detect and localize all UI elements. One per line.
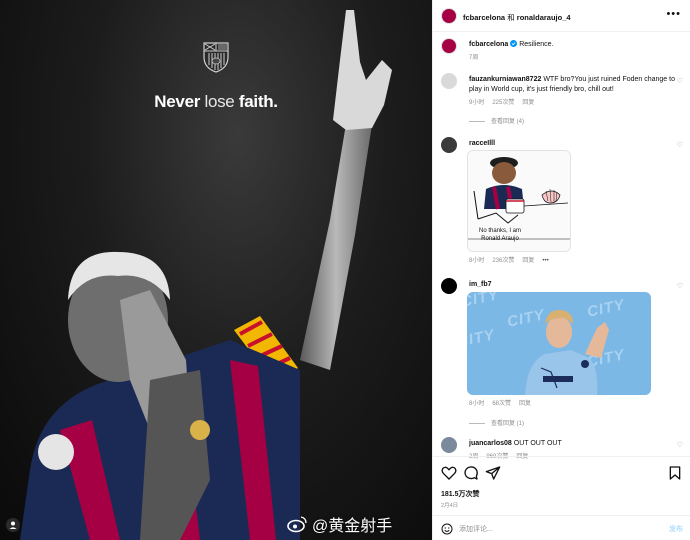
comment-gif-image[interactable]: CITY CITY CITY CITY CITY bbox=[467, 292, 651, 395]
watermark-text: @黄金射手 bbox=[312, 518, 393, 535]
tagged-people-button[interactable] bbox=[6, 518, 20, 532]
post-authors: fcbarcelona 和 ronaldaraujo_4 bbox=[463, 12, 571, 23]
comment-likes[interactable]: 68次赞 bbox=[492, 401, 511, 407]
comment-body: 8小时 236次赞 回复 ••• bbox=[469, 256, 675, 266]
comment-username[interactable]: fauzankurniawan8722 bbox=[469, 76, 541, 83]
commenter-avatar[interactable] bbox=[441, 73, 457, 89]
comments-sidebar: fcbarcelona 和 ronaldaraujo_4 ••• fcbarce… bbox=[432, 0, 690, 540]
comment-time: 8小时 bbox=[469, 401, 485, 407]
author-username[interactable]: fcbarcelona bbox=[463, 13, 505, 22]
comment-username[interactable]: racceIlll bbox=[469, 140, 495, 147]
comment-username[interactable]: im_fb7 bbox=[469, 281, 492, 288]
caption-avatar[interactable] bbox=[441, 38, 457, 54]
comment-options-icon[interactable]: ••• bbox=[542, 258, 548, 264]
comment-body: racceIlll bbox=[469, 139, 675, 149]
post-date: 2月4日 bbox=[441, 503, 459, 509]
caption-time: 7周 bbox=[469, 55, 479, 61]
bookmark-save-icon[interactable] bbox=[667, 465, 683, 481]
caption-body: fcbarcelona Resilience. 7周 bbox=[469, 40, 675, 63]
like-comment-heart-icon[interactable]: ♡ bbox=[677, 77, 683, 85]
comment-input[interactable] bbox=[459, 521, 639, 537]
more-options-icon[interactable]: ••• bbox=[666, 8, 681, 20]
comment-bubble-icon[interactable] bbox=[463, 465, 479, 481]
post-header: fcbarcelona 和 ronaldaraujo_4 ••• bbox=[433, 0, 690, 32]
comment-body: fauzankurniawan8722 WTF bro?You just rui… bbox=[469, 75, 675, 108]
comment-meta: 8小时 68次赞 回复 bbox=[469, 399, 675, 409]
commenter-avatar[interactable] bbox=[441, 278, 457, 294]
reply-button[interactable]: 回复 bbox=[519, 401, 531, 407]
add-comment-row: 发布 bbox=[433, 515, 690, 540]
caption-text: Resilience. bbox=[519, 41, 554, 48]
weibo-watermark: @黄金射手 bbox=[286, 512, 392, 536]
like-comment-heart-icon[interactable]: ♡ bbox=[677, 441, 683, 449]
author-avatar[interactable] bbox=[441, 8, 457, 24]
city-player-drawing bbox=[525, 310, 609, 395]
like-heart-icon[interactable] bbox=[441, 465, 457, 481]
comment-username[interactable]: juancarlos08 bbox=[469, 440, 512, 447]
reply-button[interactable]: 回复 bbox=[522, 258, 534, 264]
author-joiner: 和 bbox=[505, 13, 517, 22]
commenter-avatar[interactable] bbox=[441, 137, 457, 153]
comment-gif-image[interactable]: No thanks, I am Ronald Araujo bbox=[467, 150, 571, 252]
post-actions-bar: 181.5万次赞 2月4日 发布 bbox=[433, 456, 690, 540]
post-comment-button[interactable]: 发布 bbox=[669, 524, 683, 534]
post-photo[interactable]: Never lose faith. @黄金射手 bbox=[0, 0, 432, 540]
user-tag-icon bbox=[9, 521, 17, 529]
comment-time: 8小时 bbox=[469, 258, 485, 264]
comment-likes[interactable]: 225次赞 bbox=[492, 100, 514, 106]
view-replies-link[interactable]: 查看回复 (1) bbox=[469, 418, 524, 427]
comment-meta: 8小时 236次赞 回复 ••• bbox=[469, 256, 675, 266]
collaborator-username[interactable]: ronaldaraujo_4 bbox=[517, 13, 571, 22]
weibo-logo-icon bbox=[287, 516, 307, 533]
like-comment-heart-icon[interactable]: ♡ bbox=[677, 141, 683, 149]
comment-likes[interactable]: 236次赞 bbox=[492, 258, 514, 264]
comment-time: 9小时 bbox=[469, 100, 485, 106]
verified-badge-icon bbox=[510, 40, 518, 47]
comment-text: OUT OUT OUT bbox=[513, 440, 562, 447]
comment-body: im_fb7 bbox=[469, 280, 675, 290]
like-comment-heart-icon[interactable]: ♡ bbox=[677, 282, 683, 290]
commenter-avatar[interactable] bbox=[441, 437, 457, 453]
like-count[interactable]: 181.5万次赞 bbox=[441, 489, 480, 499]
emoji-smile-icon[interactable] bbox=[441, 523, 453, 535]
gif-caption-text: No thanks, I am Ronald Araujo bbox=[478, 228, 522, 242]
share-send-icon[interactable] bbox=[485, 465, 501, 481]
player-figure-illustration bbox=[20, 10, 392, 540]
comment-body: 8小时 68次赞 回复 bbox=[469, 399, 675, 409]
comment-meta: 9小时 225次赞 回复 bbox=[469, 98, 675, 108]
caption-username[interactable]: fcbarcelona bbox=[469, 41, 508, 48]
view-replies-link[interactable]: 查看回复 (4) bbox=[469, 116, 524, 125]
reply-button[interactable]: 回复 bbox=[522, 100, 534, 106]
